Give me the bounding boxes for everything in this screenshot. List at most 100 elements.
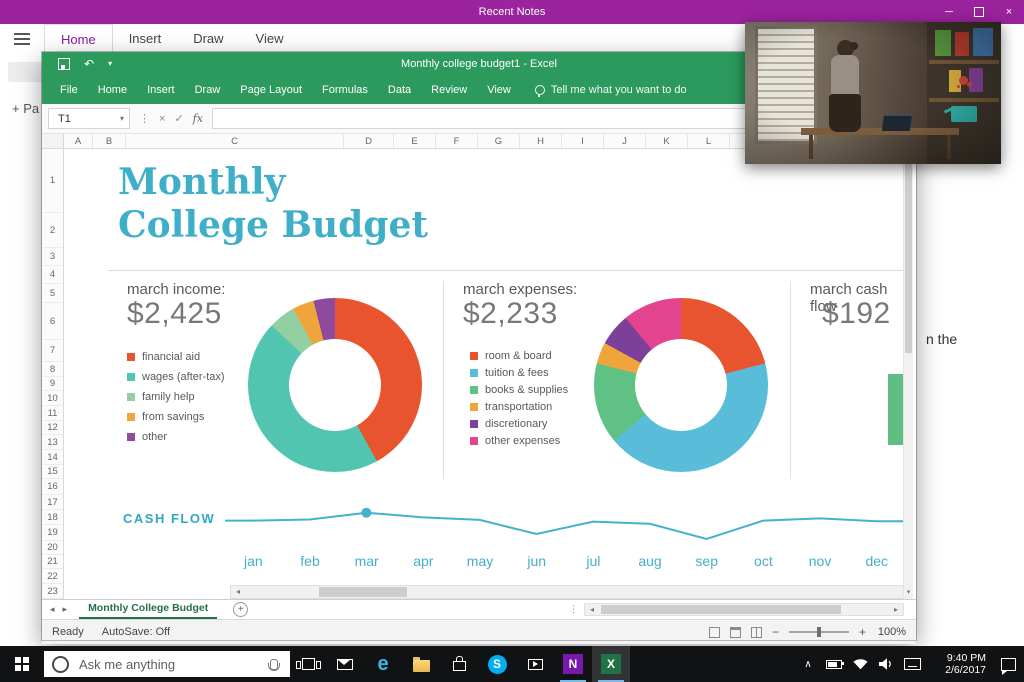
microphone-icon[interactable] xyxy=(268,658,280,671)
sheet-nav-right-icon[interactable]: ▸ xyxy=(63,604,68,615)
status-autosave[interactable]: AutoSave: Off xyxy=(102,626,170,638)
close-button[interactable]: × xyxy=(994,0,1024,24)
name-box[interactable]: T1 ▾ xyxy=(48,108,130,129)
expenses-donut-chart[interactable] xyxy=(594,298,768,472)
row-header-10[interactable]: 10 xyxy=(42,391,63,406)
taskbar-app-skype[interactable]: S xyxy=(478,646,516,682)
cancel-icon[interactable]: × xyxy=(159,113,165,125)
hidden-icons-button[interactable]: ∧ xyxy=(796,646,820,682)
save-icon[interactable] xyxy=(58,58,70,70)
zoom-slider-handle[interactable] xyxy=(816,627,821,637)
qat-dropdown-icon[interactable]: ▾ xyxy=(108,60,112,68)
undo-icon[interactable]: ↶ xyxy=(84,58,94,70)
video-overlay[interactable] xyxy=(745,22,1001,164)
excel-ribbon-tab-view[interactable]: View xyxy=(477,76,521,104)
onenote-tab-draw[interactable]: Draw xyxy=(177,24,239,54)
excel-ribbon-tab-page-layout[interactable]: Page Layout xyxy=(230,76,312,104)
normal-view-icon[interactable] xyxy=(708,626,720,638)
taskbar-app-edge[interactable]: e xyxy=(364,646,402,682)
scroll-down-icon[interactable]: ▾ xyxy=(907,587,911,599)
worksheet[interactable]: 1 2 3 4 5 6 7 8 9 10 11 12 13 14 15 16 17 18 19 20 21 22 23 Mo… xyxy=(42,149,916,599)
tabbar-ellipsis-icon[interactable]: ⋮ xyxy=(569,604,578,615)
excel-ribbon-tab-draw[interactable]: Draw xyxy=(185,76,231,104)
taskbar-app-store[interactable] xyxy=(440,646,478,682)
column-header-F[interactable]: F xyxy=(436,134,478,148)
row-header-18[interactable]: 18 xyxy=(42,510,63,525)
taskbar-app-mail[interactable] xyxy=(326,646,364,682)
chart-horizontal-scrollbar[interactable]: ◂ xyxy=(230,585,906,599)
scrollbar-thumb[interactable] xyxy=(905,163,912,353)
insert-function-icon[interactable]: fx xyxy=(193,112,203,125)
row-header-20[interactable]: 20 xyxy=(42,541,63,555)
row-header-1[interactable]: 1 xyxy=(42,149,63,213)
column-header-B[interactable]: B xyxy=(93,134,126,148)
scroll-left-icon[interactable]: ◂ xyxy=(231,586,245,598)
taskbar-app-excel[interactable]: X xyxy=(592,646,630,682)
row-header-16[interactable]: 16 xyxy=(42,479,63,495)
row-header-3[interactable]: 3 xyxy=(42,248,63,266)
taskbar-app-movies[interactable] xyxy=(516,646,554,682)
keyboard-button[interactable] xyxy=(900,646,924,682)
row-header-9[interactable]: 9 xyxy=(42,377,63,391)
row-header-14[interactable]: 14 xyxy=(42,450,63,465)
taskbar-app-onenote[interactable]: N xyxy=(554,646,592,682)
row-header-19[interactable]: 19 xyxy=(42,525,63,541)
row-header-12[interactable]: 12 xyxy=(42,421,63,435)
add-page-button[interactable]: + Pa xyxy=(12,101,39,116)
onenote-tab-insert[interactable]: Insert xyxy=(113,24,178,54)
cortana-search-box[interactable] xyxy=(44,651,290,677)
scroll-right-icon[interactable]: ▸ xyxy=(889,604,903,616)
column-header-H[interactable]: H xyxy=(520,134,562,148)
enter-icon[interactable]: ✓ xyxy=(174,112,183,125)
row-header-23[interactable]: 23 xyxy=(42,584,63,599)
column-header-A[interactable]: A xyxy=(64,134,93,148)
battery-button[interactable] xyxy=(822,646,846,682)
onenote-tab-view[interactable]: View xyxy=(240,24,300,54)
vertical-scrollbar[interactable]: ▴ ▾ xyxy=(903,149,913,599)
excel-ribbon-tab-insert[interactable]: Insert xyxy=(137,76,185,104)
task-view-button[interactable] xyxy=(290,646,326,682)
row-header-6[interactable]: 6 xyxy=(42,303,63,340)
select-all-corner[interactable] xyxy=(42,134,64,148)
taskbar-app-file-explorer[interactable] xyxy=(402,646,440,682)
column-header-D[interactable]: D xyxy=(344,134,394,148)
column-header-I[interactable]: I xyxy=(562,134,604,148)
sheet-tab[interactable]: Monthly College Budget xyxy=(79,600,218,619)
volume-button[interactable] xyxy=(874,646,898,682)
column-header-E[interactable]: E xyxy=(394,134,436,148)
row-header-22[interactable]: 22 xyxy=(42,569,63,584)
zoom-in-button[interactable]: + xyxy=(859,625,866,639)
start-button[interactable] xyxy=(0,646,44,682)
excel-ribbon-tab-home[interactable]: Home xyxy=(88,76,137,104)
action-center-button[interactable] xyxy=(996,646,1020,682)
zoom-out-button[interactable]: − xyxy=(772,625,779,639)
row-header-2[interactable]: 2 xyxy=(42,213,63,248)
cashflow-line-chart[interactable] xyxy=(225,505,905,549)
column-header-L[interactable]: L xyxy=(688,134,730,148)
excel-ribbon-tab-formulas[interactable]: Formulas xyxy=(312,76,378,104)
search-input[interactable] xyxy=(77,655,262,673)
network-button[interactable] xyxy=(848,646,872,682)
scroll-left-icon[interactable]: ◂ xyxy=(585,604,599,616)
minimize-button[interactable]: ─ xyxy=(934,0,964,24)
column-header-G[interactable]: G xyxy=(478,134,520,148)
row-header-5[interactable]: 5 xyxy=(42,284,63,303)
scrollbar-thumb[interactable] xyxy=(601,605,841,614)
column-header-J[interactable]: J xyxy=(604,134,646,148)
zoom-slider[interactable] xyxy=(788,627,849,637)
restore-button[interactable] xyxy=(964,0,994,24)
column-header-K[interactable]: K xyxy=(646,134,688,148)
name-box-dropdown-icon[interactable]: ▾ xyxy=(120,114,124,123)
row-header-11[interactable]: 11 xyxy=(42,406,63,421)
onenote-tab-home[interactable]: Home xyxy=(44,24,113,54)
row-header-7[interactable]: 7 xyxy=(42,340,63,362)
clock[interactable]: 9:40 PM 2/6/2017 xyxy=(926,652,994,676)
formula-options-icon[interactable]: ⋮ xyxy=(139,112,150,125)
scrollbar-thumb[interactable] xyxy=(319,587,407,597)
row-header-4[interactable]: 4 xyxy=(42,266,63,284)
excel-ribbon-tab-review[interactable]: Review xyxy=(421,76,477,104)
horizontal-scrollbar[interactable]: ◂ ▸ xyxy=(584,603,904,616)
income-donut-chart[interactable] xyxy=(248,298,422,472)
column-header-C[interactable]: C xyxy=(126,134,344,148)
page-layout-view-icon[interactable] xyxy=(729,626,741,638)
